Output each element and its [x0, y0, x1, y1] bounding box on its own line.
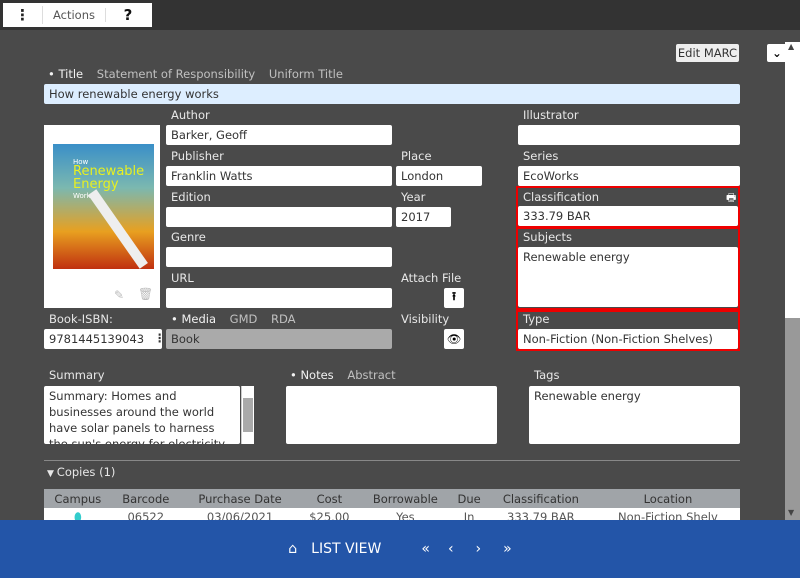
copies-label: Copies (1) — [56, 465, 116, 479]
author-input[interactable]: Barker, Geoff — [166, 125, 392, 145]
next-page-icon[interactable]: › — [476, 541, 482, 557]
edit-marc-button[interactable]: Edit MARC — [676, 44, 739, 62]
isbn-menu-icon[interactable]: ⋮ — [154, 331, 166, 345]
visibility-label: Visibility — [401, 312, 450, 326]
summary-label: Summary — [49, 368, 105, 382]
previous-page-icon[interactable]: ‹ — [448, 541, 454, 557]
tab-rda[interactable]: RDA — [271, 312, 296, 326]
toolbar: ⋮ Actions ? — [3, 3, 152, 27]
col-location[interactable]: Location — [596, 489, 740, 508]
notes-tabs: Notes Abstract — [290, 368, 406, 382]
publisher-label: Publisher — [171, 149, 224, 163]
tags-textarea[interactable]: Renewable energy — [529, 386, 740, 444]
col-classification[interactable]: Classification — [486, 489, 596, 508]
more-menu-icon[interactable]: ⋮ — [3, 6, 43, 24]
last-page-icon[interactable]: » — [503, 541, 512, 557]
year-input[interactable]: 2017 — [396, 207, 451, 227]
media-tabs: Media GMD RDA — [171, 312, 306, 326]
url-label: URL — [171, 271, 194, 285]
copies-table: Campus Barcode Purchase Date Cost Borrow… — [44, 489, 740, 520]
actions-button[interactable]: Actions — [43, 8, 106, 22]
title-input[interactable]: How renewable energy works — [44, 84, 740, 104]
chevron-down-icon[interactable]: ⌄ — [767, 44, 787, 62]
trash-icon[interactable]: 🗑 — [138, 287, 153, 301]
home-icon[interactable]: ⌂ — [288, 541, 297, 557]
tab-title[interactable]: Title — [48, 67, 83, 81]
cell-borrowable: Yes — [396, 510, 415, 520]
tab-abstract[interactable]: Abstract — [347, 368, 395, 382]
url-input[interactable] — [166, 288, 392, 308]
campus-pin-icon: ⬮ — [74, 509, 82, 521]
isbn-input[interactable]: 9781445139043 — [44, 329, 162, 349]
cell-barcode: 06522 — [127, 510, 165, 520]
summary-textarea[interactable]: Summary: Homes and businesses around the… — [44, 386, 240, 444]
edition-label: Edition — [171, 190, 211, 204]
classification-input[interactable]: 333.79 BAR — [518, 206, 738, 226]
col-borrowable[interactable]: Borrowable — [358, 489, 452, 508]
place-label: Place — [401, 149, 432, 163]
summary-scrollbar[interactable] — [241, 386, 254, 444]
first-page-icon[interactable]: « — [421, 541, 430, 557]
classification-label: Classification — [523, 190, 600, 204]
attach-file-label: Attach File — [401, 271, 462, 285]
scrollbar-thumb[interactable] — [785, 42, 800, 318]
publisher-input[interactable]: Franklin Watts — [166, 166, 392, 186]
cell-classification: 333.79 BAR — [507, 510, 575, 520]
tags-label: Tags — [534, 368, 560, 382]
copies-toggle[interactable]: ▼ Copies (1) — [47, 465, 115, 479]
place-input[interactable]: London — [396, 166, 482, 186]
turbine-graphic — [88, 189, 148, 269]
cell-cost: $25.00 — [309, 510, 350, 520]
illustrator-input[interactable] — [518, 125, 740, 145]
edition-input[interactable] — [166, 207, 392, 227]
illustrator-label: Illustrator — [523, 108, 579, 122]
table-row[interactable]: ⬮ 06522 03/06/2021 $25.00 Yes In 333.79 … — [44, 508, 740, 520]
cell-location: Non-Fiction Shelv — [618, 510, 718, 520]
help-button[interactable]: ? — [106, 6, 150, 24]
col-purchase-date[interactable]: Purchase Date — [180, 489, 300, 508]
edit-marc-label: Edit MARC — [677, 46, 738, 60]
cover-panel: How Renewable Energy Works ✎ 🗑 — [44, 125, 160, 308]
tab-statement-of-responsibility[interactable]: Statement of Responsibility — [97, 67, 255, 81]
subjects-input[interactable]: Renewable energy — [518, 247, 738, 307]
series-label: Series — [523, 149, 559, 163]
year-label: Year — [401, 190, 426, 204]
title-tabs: Title Statement of Responsibility Unifor… — [48, 67, 353, 81]
tab-uniform-title[interactable]: Uniform Title — [269, 67, 343, 81]
col-cost[interactable]: Cost — [300, 489, 358, 508]
notes-textarea[interactable] — [286, 386, 497, 444]
genre-label: Genre — [171, 230, 206, 244]
genre-input[interactable] — [166, 247, 392, 267]
subjects-label: Subjects — [523, 230, 572, 244]
eye-icon[interactable]: 👁 — [444, 329, 464, 349]
isbn-label: Book-ISBN: — [49, 312, 113, 326]
page-scrollbar[interactable]: ▲ ▼ — [785, 42, 800, 520]
col-campus[interactable]: Campus — [44, 489, 112, 508]
divider — [44, 460, 740, 461]
author-label: Author — [171, 108, 210, 122]
cover-image[interactable]: How Renewable Energy Works — [53, 144, 154, 269]
cell-purchase-date: 03/06/2021 — [206, 510, 274, 520]
scroll-up-icon[interactable]: ▲ — [788, 42, 794, 51]
list-view-button[interactable]: LIST VIEW — [311, 541, 381, 557]
scroll-down-icon[interactable]: ▼ — [788, 508, 794, 517]
tab-notes[interactable]: Notes — [290, 368, 334, 382]
tab-gmd[interactable]: GMD — [230, 312, 258, 326]
edit-icon[interactable]: ✎ — [114, 288, 124, 302]
media-input[interactable]: Book — [166, 329, 392, 349]
type-select[interactable]: Non-Fiction (Non-Fiction Shelves) — [518, 329, 738, 349]
type-label: Type — [523, 312, 550, 326]
tab-media[interactable]: Media — [171, 312, 216, 326]
upload-icon[interactable]: ⭱ — [444, 288, 464, 308]
col-due[interactable]: Due — [452, 489, 486, 508]
col-barcode[interactable]: Barcode — [112, 489, 180, 508]
series-input[interactable]: EcoWorks — [518, 166, 740, 186]
cell-due: In — [463, 510, 475, 520]
footer-bar: ⌂ LIST VIEW « ‹ › » — [0, 520, 800, 578]
